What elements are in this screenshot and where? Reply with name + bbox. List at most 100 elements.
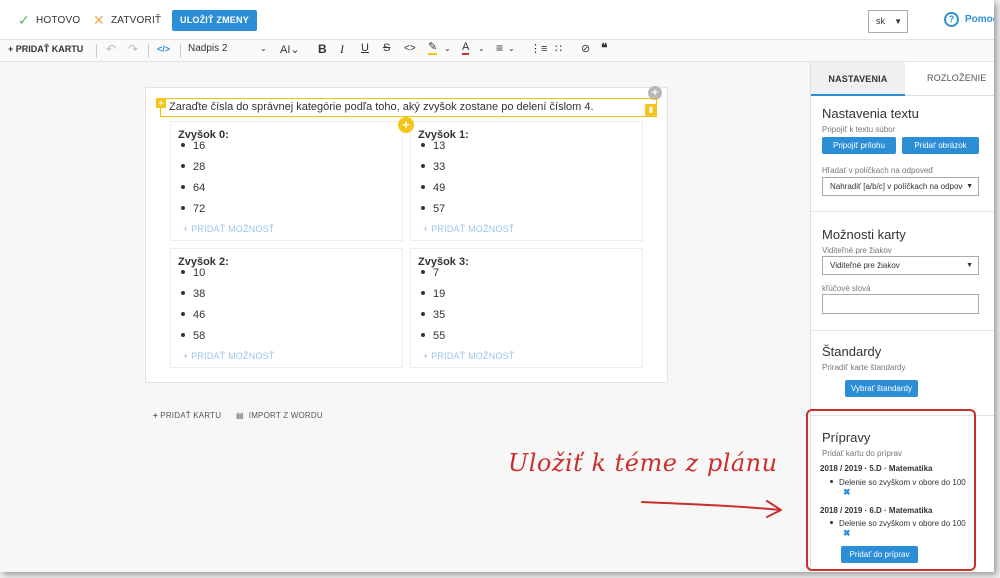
language-select[interactable]: sk ▼ [868,10,908,33]
bullet-list-icon[interactable]: ∷ [555,42,562,55]
bullet-icon [181,333,185,338]
text-color-icon[interactable]: A [462,42,470,55]
bullet-icon [421,312,425,317]
strikethrough-icon[interactable]: S [383,42,390,54]
code-view-icon[interactable]: </> [157,44,170,54]
add-image-button[interactable]: Pridať obrázok [902,137,979,154]
list-item-value: 10 [193,267,206,279]
list-item[interactable]: 58 [181,330,205,342]
list-item[interactable]: 28 [181,161,205,173]
list-item-value: 38 [193,288,206,300]
chevron-down-icon: ⌄ [478,44,485,53]
chevron-down-icon: ▼ [894,17,902,26]
help-button[interactable]: ? Pomoc [944,12,994,27]
redo-icon[interactable]: ↷ [128,42,138,56]
list-item-value: 19 [433,288,446,300]
chevron-down-icon: ⌄ [444,44,451,53]
add-option-button[interactable]: + PRIDAŤ MOŽNOSŤ [183,351,274,361]
category-bucket[interactable]: Zvyšok 1: 13 33 49 57 + PRIDAŤ MOŽNOSŤ [410,121,643,241]
underline-icon[interactable]: U [361,42,369,54]
done-button[interactable]: ✓ HOTOVO [18,12,80,29]
font-size-label: AI [280,44,291,56]
top-bar: ✓ HOTOVO ✕ ZATVORIŤ ULOŽIŤ ZMENY sk ▼ ? … [0,0,994,40]
category-bucket[interactable]: Zvyšok 3: 7 19 35 55 + PRIDAŤ MOŽNOSŤ [410,248,643,368]
bullet-icon [181,291,185,296]
bullet-icon [181,270,185,275]
toolbar-divider [96,44,97,58]
keywords-label: kľúčové slová [822,284,871,293]
list-item[interactable]: 57 [421,203,445,215]
italic-icon[interactable]: I [340,42,344,57]
add-category-plus-icon[interactable]: + [398,117,414,133]
list-item[interactable]: 72 [181,203,205,215]
trash-icon[interactable]: ▮ [645,104,657,116]
font-size-button[interactable]: AI⌄ [280,43,300,56]
close-button[interactable]: ✕ ZATVORIŤ [93,12,161,29]
bullet-icon [181,143,185,148]
standards-assign-label: Priradiť karte štandardy [822,363,906,372]
search-fields-label: Hľadať v políčkach na odpoveď [822,166,934,175]
list-item-value: 72 [193,203,206,215]
toolbar-divider [148,44,149,58]
list-item[interactable]: 35 [421,309,445,321]
heading-style-select[interactable]: Nadpis 2 [188,43,227,54]
list-item[interactable]: 16 [181,140,205,152]
link-icon[interactable]: ⊘ [581,42,590,55]
add-card-link[interactable]: + PRIDAŤ KARTU [153,411,221,420]
bullet-icon [421,270,425,275]
replace-select[interactable]: Nahradiť [a/b/c] v políčkach na odpoveď … [822,177,979,196]
add-block-plus-icon[interactable]: + [156,98,166,108]
select-standards-button[interactable]: Vybrať štandardy [845,380,918,397]
keywords-input[interactable] [822,294,979,314]
add-option-button[interactable]: + PRIDAŤ MOŽNOSŤ [183,224,274,234]
list-item[interactable]: 13 [421,140,445,152]
list-item[interactable]: 55 [421,330,445,342]
list-item-value: 7 [433,267,440,279]
add-option-button[interactable]: + PRIDAŤ MOŽNOSŤ [423,351,514,361]
tab-settings[interactable]: NASTAVENIA [811,62,905,96]
list-item[interactable]: 49 [421,182,445,194]
x-icon: ✕ [93,12,105,28]
chevron-down-icon: ⌄ [508,44,515,53]
inline-code-icon[interactable]: <> [404,43,416,54]
replace-select-value: Nahradiť [a/b/c] v políčkach na odpoveď [830,182,972,191]
add-option-label: PRIDAŤ MOŽNOSŤ [431,224,515,234]
list-item[interactable]: 10 [181,267,205,279]
bullet-icon [421,185,425,190]
list-item[interactable]: 19 [421,288,445,300]
list-item[interactable]: 64 [181,182,205,194]
bold-icon[interactable]: B [318,42,327,56]
formatting-toolbar: + PRIDAŤ KARTU ↶ ↷ </> Nadpis 2 ⌄ AI⌄ B … [0,40,994,62]
list-item[interactable]: 33 [421,161,445,173]
list-item-value: 33 [433,161,446,173]
highlight-box [806,409,976,571]
checkmark-icon: ✓ [18,12,30,28]
editor-window: ✓ HOTOVO ✕ ZATVORIŤ ULOŽIŤ ZMENY sk ▼ ? … [0,0,994,572]
list-item-value: 16 [193,140,206,152]
question-text[interactable]: Zaraďte čísla do správnej kategórie podľ… [160,98,657,117]
import-word-link[interactable]: ▤ IMPORT Z WORDU [236,411,323,420]
add-card-link-label: PRIDAŤ KARTU [160,411,222,420]
attach-file-button[interactable]: Pripojiť prílohu [822,137,896,154]
visibility-select[interactable]: Viditeľné pre žiakov ▼ [822,256,979,275]
quote-icon[interactable]: ❝ [601,41,607,55]
add-option-button[interactable]: + PRIDAŤ MOŽNOSŤ [423,224,514,234]
align-icon[interactable]: ≡ [496,41,503,55]
annotation-arrow-icon [641,500,782,518]
numbered-list-icon[interactable]: ⋮≡ [530,42,547,55]
save-changes-button[interactable]: ULOŽIŤ ZMENY [172,10,257,31]
bullet-icon [421,143,425,148]
undo-icon[interactable]: ↶ [106,42,116,56]
add-card-toolbar-button[interactable]: + PRIDAŤ KARTU [8,44,83,54]
list-item[interactable]: 38 [181,288,205,300]
card-options-title: Možnosti karty [822,227,906,242]
highlight-icon[interactable]: ✎ [428,42,438,55]
bullet-icon [421,333,425,338]
category-bucket[interactable]: Zvyšok 2: 10 38 46 58 + PRIDAŤ MOŽNOSŤ [170,248,403,368]
tab-layout[interactable]: ROZLOŽENIE [927,73,987,83]
attach-label: Pripojiť k textu súbor [822,125,896,134]
list-item[interactable]: 7 [421,267,439,279]
category-bucket[interactable]: Zvyšok 0: 16 28 64 72 + PRIDAŤ MOŽNOSŤ [170,121,403,241]
list-item-value: 28 [193,161,206,173]
list-item[interactable]: 46 [181,309,205,321]
